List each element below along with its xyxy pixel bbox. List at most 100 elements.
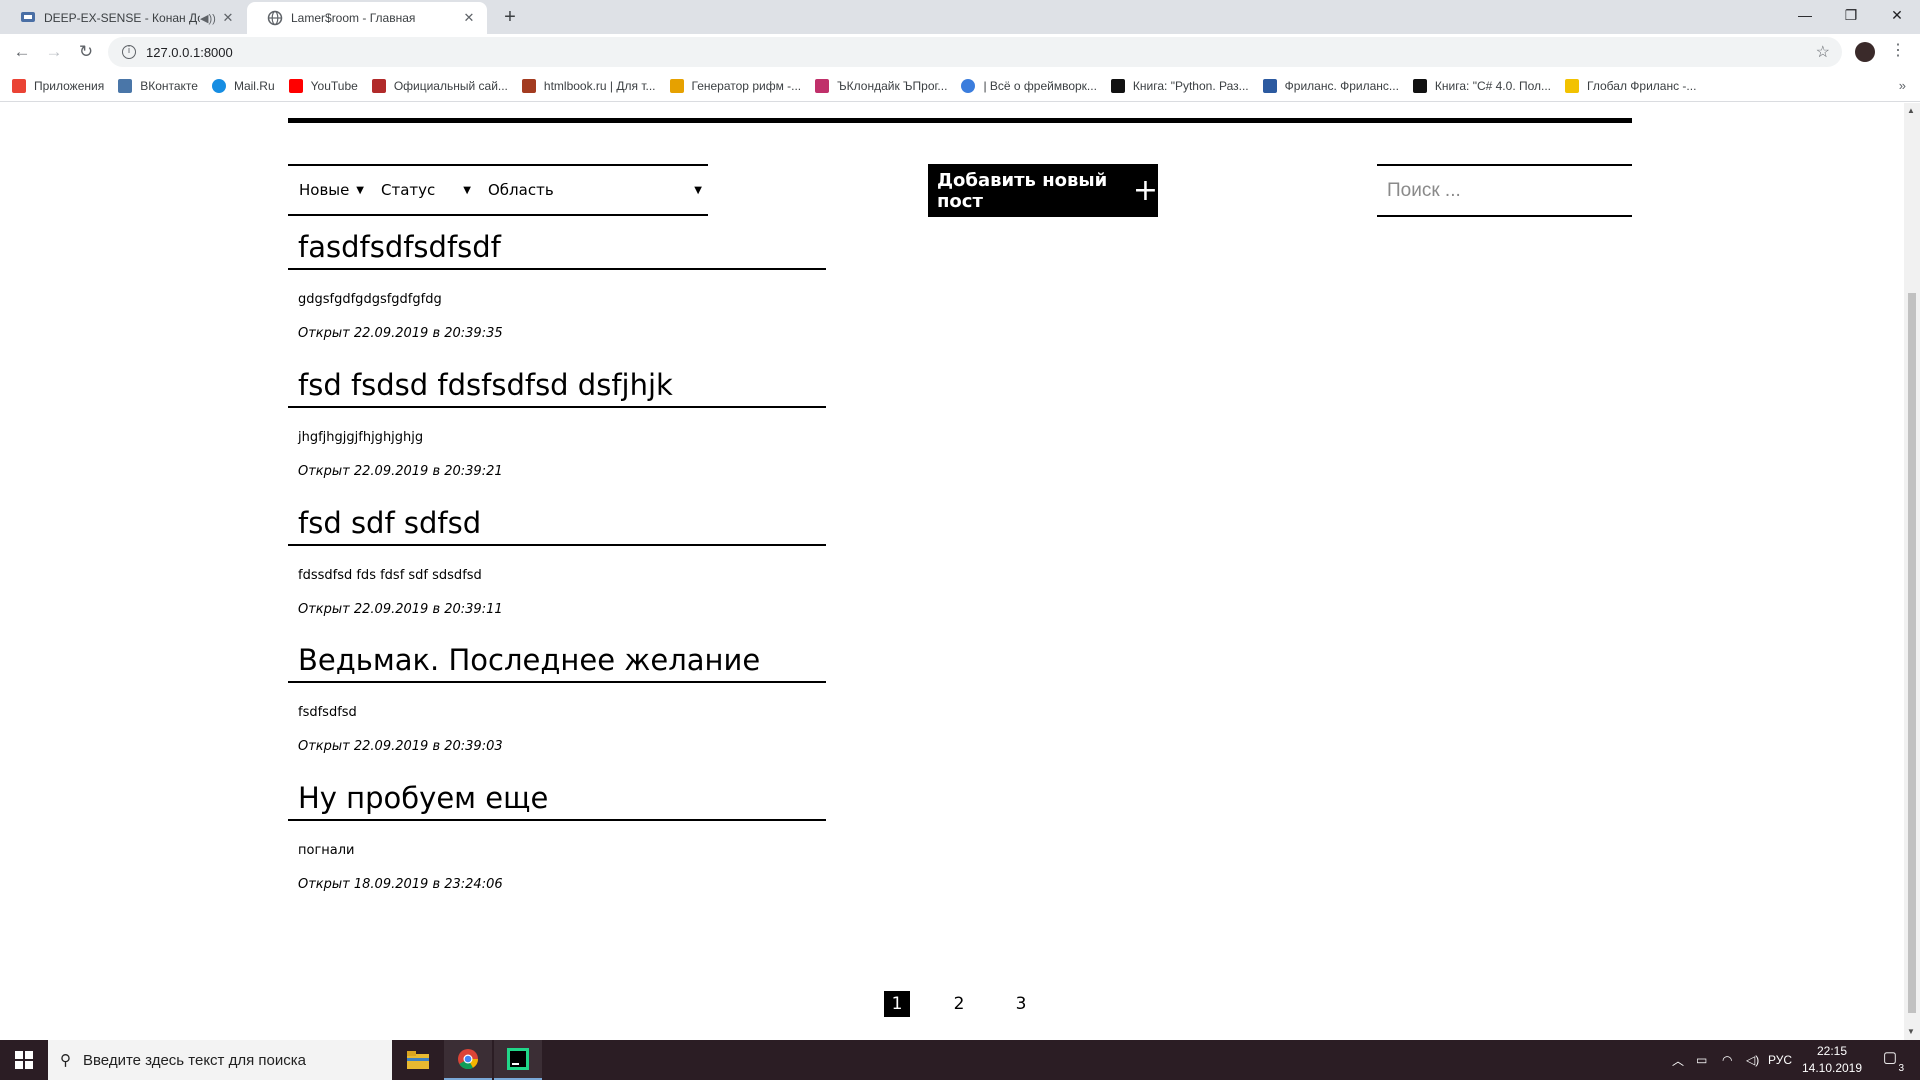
bookmark-rhyme-generator[interactable]: Генератор рифм -... [669,78,801,93]
post-item: Ну пробуем еще погнали Открыт 18.09.2019… [288,781,826,892]
post-body: gdgsfgdfgdgsfgdfgfdg [298,292,442,307]
taskbar-search-placeholder: Введите здесь текст для поиска [83,1051,306,1069]
search-field[interactable] [1377,164,1632,217]
close-tab-icon[interactable]: ✕ [461,10,477,26]
new-tab-button[interactable]: + [498,5,522,29]
page-viewport: Новые ▼ Статус ▼ Область ▼ Добавить новы… [0,103,1904,1040]
url-text[interactable]: 127.0.0.1:8000 [146,45,233,60]
post-item: fsd sdf sdfsd fdssdfsd fds fdsf sdf sdsd… [288,506,826,617]
gem-icon [815,78,830,93]
browser-tab-deep-ex-sense[interactable]: DEEP-EX-SENSE - Конан Дойл ◀︎)) ✕ [0,2,246,34]
youtube-icon [288,78,303,93]
bookmark-youtube[interactable]: YouTube [288,78,358,93]
filter-bar: Новые ▼ Статус ▼ Область ▼ [288,164,708,216]
post-date: Открыт 22.09.2019 в 20:39:03 [298,739,503,754]
post-item: Ведьмак. Последнее желание fsdfsdfsd Отк… [288,643,826,754]
bookmark-csharp-book[interactable]: Книга: "C# 4.0. Пол... [1412,78,1551,93]
post-title[interactable]: Ну пробуем еще [288,781,826,821]
post-body: fdssdfsd fds fdsf sdf sdsdfsd [298,568,482,583]
search-input[interactable] [1387,179,1632,202]
taskbar-file-explorer[interactable] [394,1040,442,1080]
post-date: Открыт 22.09.2019 в 20:39:35 [298,326,503,341]
close-window-icon[interactable]: ✕ [1874,0,1920,30]
browser-tab-lamerroom[interactable]: Lamer$room - Главная ✕ [247,2,487,34]
scrollbar-thumb[interactable] [1908,293,1916,1013]
bookmarks-bar: Приложения ВКонтакте Mail.Ru YouTube Офи… [0,70,1920,102]
shield-icon [371,78,386,93]
speaker-icon[interactable]: ◀︎)) [200,12,216,25]
more-bookmarks-icon[interactable]: » [1899,78,1906,93]
globe-icon [267,10,283,26]
post-title[interactable]: fasdfsdfsdfsdf [288,230,826,270]
htmlbook-icon [521,78,536,93]
post-title[interactable]: fsd fsdsd fdsfsdfsd dsfjhjk [288,368,826,408]
add-post-label: Добавить новый пост [937,169,1108,212]
page-link-2[interactable]: 2 [946,991,972,1017]
tray-chevron-icon[interactable]: ︿ [1672,1040,1684,1080]
bookmark-django[interactable]: | Всё о фреймворк... [961,78,1097,93]
wifi-icon[interactable]: ◠ [1722,1040,1732,1080]
post-body: fsdfsdfsd [298,705,357,720]
battery-icon[interactable]: ▭ [1696,1040,1707,1080]
language-indicator[interactable]: РУС [1768,1040,1792,1080]
pycharm-icon [507,1048,529,1070]
bookmark-htmlbook[interactable]: htmlbook.ru | Для т... [521,78,656,93]
page-link-3[interactable]: 3 [1008,991,1034,1017]
add-post-button[interactable]: Добавить новый пост + [928,164,1158,217]
w-icon [1262,78,1277,93]
forward-arrow-icon[interactable]: → [42,40,66,64]
mailru-icon [211,78,226,93]
chat-bubble-icon [21,12,35,22]
post-title[interactable]: Ведьмак. Последнее желание [288,643,826,683]
bookmark-freelance[interactable]: Фриланс. Фриланс... [1262,78,1399,93]
filter-area-select[interactable]: Область ▼ [477,166,708,214]
post-date: Открыт 22.09.2019 в 20:39:11 [298,602,503,617]
back-arrow-icon[interactable]: ← [10,40,34,64]
address-bar[interactable]: i 127.0.0.1:8000 ☆ [108,37,1842,67]
apps-grid-icon [12,78,26,93]
tab-title: DEEP-EX-SENSE - Конан Дойл [44,11,200,25]
clock-date: 14.10.2019 [1801,1061,1863,1075]
bookmark-mailru[interactable]: Mail.Ru [211,78,275,93]
bookmark-python-book[interactable]: Книга: "Python. Раз... [1110,78,1249,93]
filter-sort-select[interactable]: Новые ▼ [288,166,370,214]
post-body: погнали [298,843,355,858]
pagination: 1 2 3 [884,991,1070,1017]
notification-center-icon[interactable]: ▢ 3 [1878,1048,1904,1074]
site-info-icon[interactable]: i [122,45,136,59]
tab-title: Lamer$room - Главная [291,11,416,25]
taskbar-pycharm[interactable] [494,1040,542,1080]
bookmark-official-site[interactable]: Официальный сай... [371,78,508,93]
page-scrollbar[interactable]: ▲ ▼ [1904,103,1920,1040]
taskbar-chrome[interactable] [444,1040,492,1080]
bookmark-vk[interactable]: ВКонтакте [118,78,198,93]
notification-count: 3 [1898,1063,1904,1074]
search-icon: ⚲ [60,1052,71,1069]
bookmark-klondike[interactable]: ЪКлондайк ЪПрог... [815,78,947,93]
pen-icon [669,78,684,93]
scroll-up-icon[interactable]: ▲ [1907,106,1915,115]
post-date: Открыт 22.09.2019 в 20:39:21 [298,464,503,479]
close-tab-icon[interactable]: ✕ [220,10,236,26]
filter-status-select[interactable]: Статус ▼ [370,166,477,214]
profile-avatar[interactable] [1855,42,1875,62]
bookmark-apps[interactable]: Приложения [12,78,104,93]
chat-bubble-icon: ▢ [1882,1049,1898,1066]
bookmark-star-icon[interactable]: ☆ [1816,42,1830,62]
chrome-icon [458,1049,479,1070]
browser-menu-icon[interactable]: ⋮ [1890,40,1906,60]
bookmark-global-freelance[interactable]: Глобал Фриланс -... [1565,78,1696,93]
scroll-down-icon[interactable]: ▼ [1907,1027,1915,1036]
windows-start-button[interactable] [0,1040,48,1080]
taskbar-search-box[interactable]: ⚲ Введите здесь текст для поиска [48,1040,392,1080]
volume-icon[interactable]: ◁) [1746,1040,1759,1080]
minimize-icon[interactable]: — [1782,0,1828,30]
plus-icon: + [1132,172,1158,208]
reload-icon[interactable]: ↻ [74,40,98,64]
caret-down-icon: ▼ [694,184,702,196]
restore-icon[interactable]: ❐ [1828,0,1874,30]
taskbar-clock[interactable]: 22:15 14.10.2019 [1796,1043,1868,1077]
post-item: fasdfsdfsdfsdf gdgsfgdfgdgsfgdfgfdg Откр… [288,230,826,341]
page-link-1[interactable]: 1 [884,991,910,1017]
post-title[interactable]: fsd sdf sdfsd [288,506,826,546]
